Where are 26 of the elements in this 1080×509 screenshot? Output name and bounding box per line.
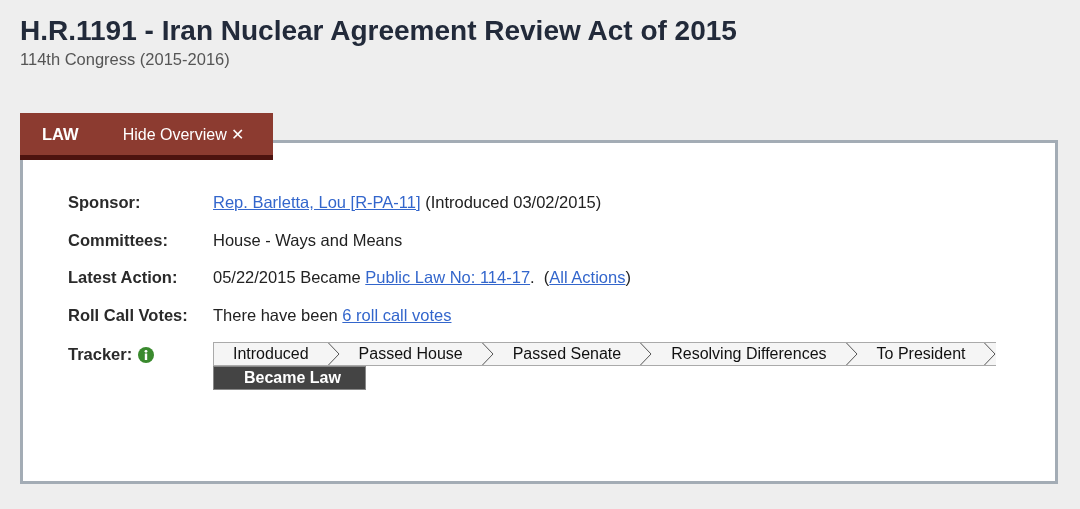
link[interactable]: 6 roll call votes [342, 305, 452, 324]
field-value: 05/22/2015 Became Public Law No: 114-17. (All Actions) [213, 268, 631, 287]
chevron-icon [640, 342, 653, 366]
chevron-icon [984, 342, 997, 366]
field-label: Latest Action: [68, 268, 179, 287]
page-title: H.R.1191 - Iran Nuclear Agreement Review Act of 2015 [20, 14, 738, 48]
field-value: Rep. Barletta, Lou [R-PA-11] (Introduced 03/02/2015) [213, 193, 602, 212]
link[interactable]: All Actions [549, 268, 626, 286]
status-label: LAW [42, 124, 79, 144]
hide-overview-link[interactable]: Hide Overview ✕ [122, 124, 245, 144]
tracker-step: Became Law [213, 366, 366, 390]
tracker-step: Resolving Differences [652, 342, 846, 366]
field-label: Tracker: [68, 345, 133, 364]
tracker-step: To President [857, 342, 985, 366]
tracker-step: Passed Senate [493, 342, 641, 366]
tracker-step: Passed House [339, 342, 482, 366]
link[interactable]: Public Law No: 114-17 [365, 268, 531, 286]
field-value: House - Ways and Means [213, 230, 403, 250]
field-label: Sponsor: [68, 193, 142, 212]
field-value: There have been 6 roll call votes [213, 305, 452, 325]
congress-subtitle: 114th Congress (2015-2016) [20, 50, 231, 69]
info-icon[interactable] [138, 346, 155, 363]
field-label: Roll Call Votes: [68, 305, 189, 325]
field-label: Committees: [68, 230, 169, 250]
tracker-step: Introduced [213, 342, 328, 366]
link[interactable]: Rep. Barletta, Lou [R-PA-11] [213, 193, 421, 211]
